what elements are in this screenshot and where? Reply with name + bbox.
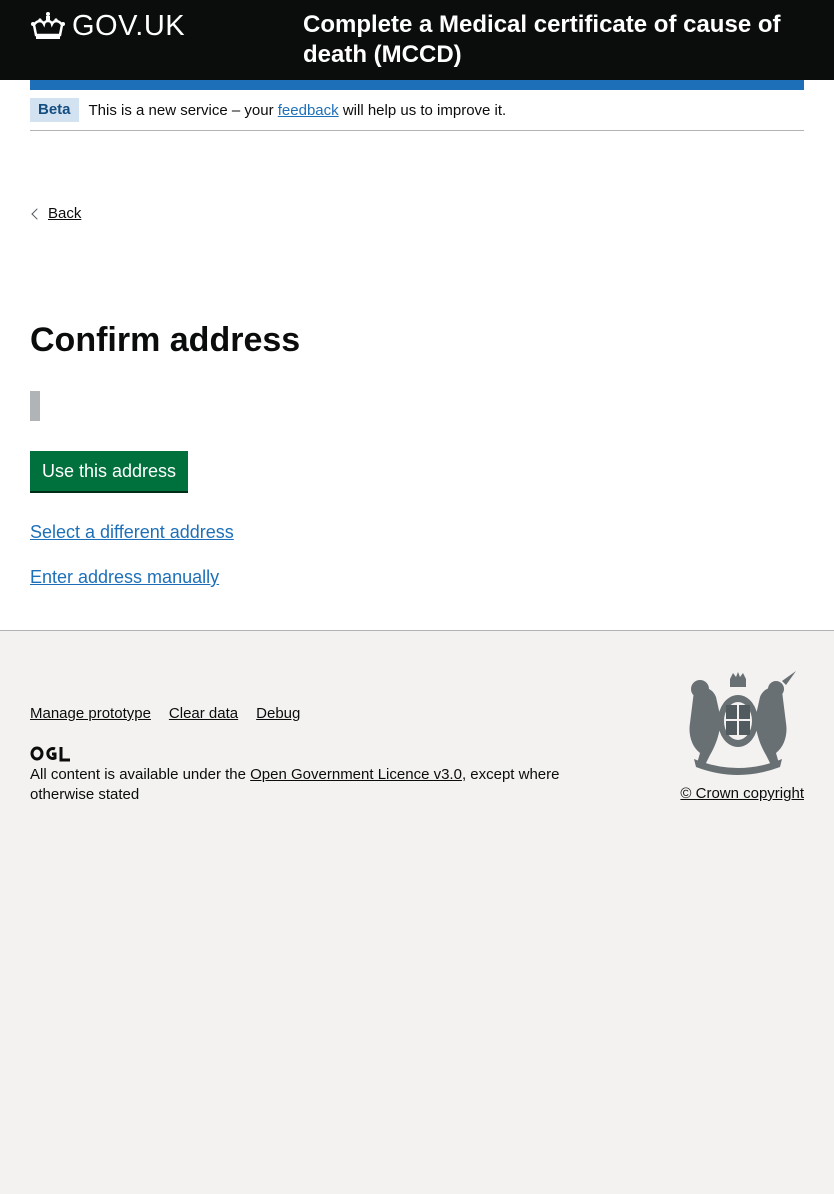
use-this-address-button[interactable]: Use this address (30, 451, 188, 491)
royal-coat-of-arms-icon (689, 671, 796, 775)
phase-banner: Beta This is a new service – your feedba… (30, 90, 804, 131)
select-different-address-link[interactable]: Select a different address (30, 522, 234, 543)
ogl-icon (30, 746, 70, 762)
back-link[interactable]: Back (30, 205, 81, 222)
phase-text-after: will help us to improve it. (338, 101, 507, 119)
ogl-licence-link[interactable]: Open Government Licence v3.0 (250, 766, 462, 783)
site-header: GOV.UK Complete a Medical certificate of… (0, 0, 834, 90)
feedback-link[interactable]: feedback (278, 102, 339, 119)
licence-text: All content is available under the Open … (30, 765, 590, 805)
chevron-left-icon (31, 207, 43, 220)
page-title: Confirm address (30, 321, 301, 359)
footer-links: Manage prototype Clear data Debug (30, 705, 300, 722)
footer-link-clear-data[interactable]: Clear data (169, 705, 238, 722)
govuk-logo-link[interactable]: GOV.UK (30, 8, 185, 44)
footer-link-debug[interactable]: Debug (256, 705, 300, 722)
crown-icon (31, 12, 65, 39)
back-link-label: Back (48, 205, 82, 222)
enter-address-manually-link[interactable]: Enter address manually (30, 567, 219, 588)
phase-banner-text: This is a new service – your feedback wi… (89, 102, 507, 119)
phase-text-before: This is a new service – your (88, 101, 278, 119)
service-name-link[interactable]: Complete a Medical certificate of cause … (303, 10, 803, 70)
licence-text-before: All content is available under the (30, 766, 251, 783)
phase-tag: Beta (30, 98, 79, 122)
address-placeholder (30, 391, 40, 421)
govuk-logo-text: GOV.UK (72, 10, 186, 42)
site-footer: Manage prototype Clear data Debug All co… (0, 630, 834, 1194)
header-accent-bar (30, 80, 804, 90)
crown-copyright-link[interactable]: © Crown copyright (680, 785, 804, 802)
footer-link-manage-prototype[interactable]: Manage prototype (30, 705, 151, 722)
